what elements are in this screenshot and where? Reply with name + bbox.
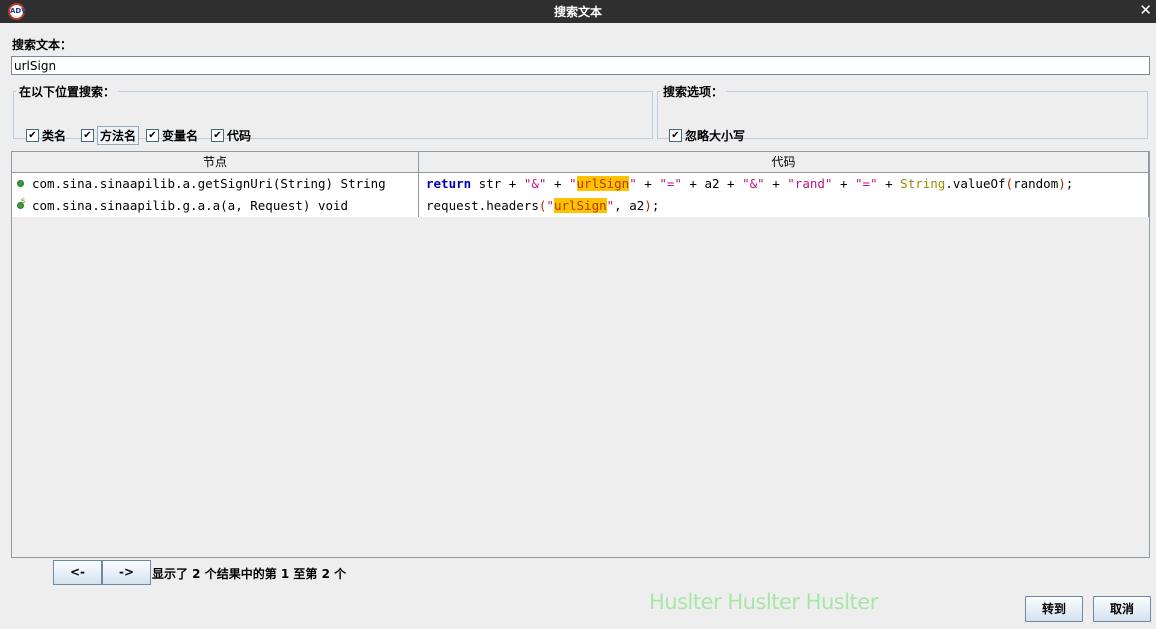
cancel-button[interactable]: 取消 (1093, 596, 1151, 622)
code-token: ; (651, 198, 660, 213)
code-token: String (900, 176, 946, 191)
checkbox-label: 变量名 (162, 129, 199, 143)
search-location-group: 在以下位置搜索： ✔ 类名 ✔ 方法名 ✔ 变量名 ✔ 代码 (13, 83, 653, 145)
code-token: str + (471, 176, 524, 191)
checkbox-label: 类名 (42, 129, 67, 143)
goto-button[interactable]: 转到 (1025, 596, 1083, 622)
next-page-button[interactable]: -> (102, 560, 151, 585)
checkbox-check-icon: ✔ (669, 129, 682, 142)
code-token: "&" (523, 176, 547, 191)
checkbox-label: 忽略大小写 (685, 129, 746, 143)
code-token: "&" (742, 176, 765, 191)
close-icon[interactable]: ✕ (1139, 1, 1152, 19)
code-token: "=" (659, 176, 682, 191)
watermark-text: Huslter Huslter Huslter (649, 590, 878, 614)
checkbox-check-icon: ✔ (81, 129, 94, 142)
match-highlight: urlSign (576, 176, 630, 191)
code-token: + (764, 176, 788, 191)
node-text: com.sina.sinaapilib.a.getSignUri(String)… (32, 176, 386, 191)
code-token: .valueOf (945, 176, 1006, 191)
search-location-legend: 在以下位置搜索： (19, 85, 116, 99)
class-name-checkbox[interactable]: ✔ 类名 (26, 127, 66, 144)
ignore-case-checkbox[interactable]: ✔ 忽略大小写 (669, 127, 745, 144)
search-options-legend: 搜索选项： (663, 85, 724, 99)
result-count-text: 显示了 2 个结果中的第 1 至第 2 个 (152, 567, 347, 581)
table-row[interactable]: s com.sina.sinaapilib.g.a.a(a, Request) … (12, 195, 1149, 217)
node-cell: com.sina.sinaapilib.a.getSignUri(String)… (12, 173, 419, 195)
code-token: ) (644, 198, 652, 213)
prev-page-button[interactable]: <- (53, 560, 102, 585)
code-token: " (629, 176, 637, 191)
checkbox-label: 代码 (227, 129, 252, 143)
code-token: request.headers (426, 198, 539, 213)
code-cell: return str + "&" + "urlSign" + "=" + a2 … (419, 173, 1149, 195)
method-name-checkbox[interactable]: ✔ 方法名 (81, 126, 140, 145)
match-highlight: urlSign (553, 198, 607, 213)
variable-name-checkbox[interactable]: ✔ 变量名 (146, 127, 198, 144)
code-token: ) (1058, 176, 1066, 191)
column-header-node[interactable]: 节点 (12, 152, 419, 173)
code-token: + (546, 176, 569, 191)
results-table: 节点 代码 com.sina.sinaapilib.a.getSignUri(S… (11, 151, 1150, 558)
code-token: random (1013, 176, 1059, 191)
code-token: "=" (855, 176, 878, 191)
checkbox-check-icon: ✔ (26, 129, 39, 142)
code-token: return (426, 176, 472, 191)
checkbox-check-icon: ✔ (211, 129, 224, 142)
code-token: + (636, 176, 660, 191)
title-bar: ADV 搜索文本 ✕ (0, 0, 1156, 23)
node-cell: s com.sina.sinaapilib.g.a.a(a, Request) … (12, 195, 419, 217)
code-token: ; (1065, 176, 1074, 191)
code-token: + (832, 176, 856, 191)
code-token: , a2 (614, 198, 645, 213)
code-checkbox[interactable]: ✔ 代码 (211, 127, 251, 144)
code-cell: request.headers("urlSign", a2); (419, 195, 1149, 217)
code-token: " (569, 176, 577, 191)
search-input[interactable] (11, 56, 1150, 75)
table-row[interactable]: com.sina.sinaapilib.a.getSignUri(String)… (12, 173, 1149, 195)
code-token: + a2 + (681, 176, 743, 191)
node-text: com.sina.sinaapilib.g.a.a(a, Request) vo… (32, 198, 349, 213)
code-token: " (546, 198, 554, 213)
search-label: 搜索文本： (12, 38, 73, 52)
column-header-code[interactable]: 代码 (419, 152, 1149, 173)
code-token: "rand" (787, 176, 833, 191)
checkbox-check-icon: ✔ (146, 129, 159, 142)
checkbox-label: 方法名 (97, 126, 140, 145)
method-public-icon (17, 180, 24, 187)
search-options-group: 搜索选项： ✔ 忽略大小写 (657, 83, 1148, 143)
window-title: 搜索文本 (553, 5, 602, 19)
code-token: ( (1005, 176, 1014, 191)
code-token: + (877, 176, 901, 191)
